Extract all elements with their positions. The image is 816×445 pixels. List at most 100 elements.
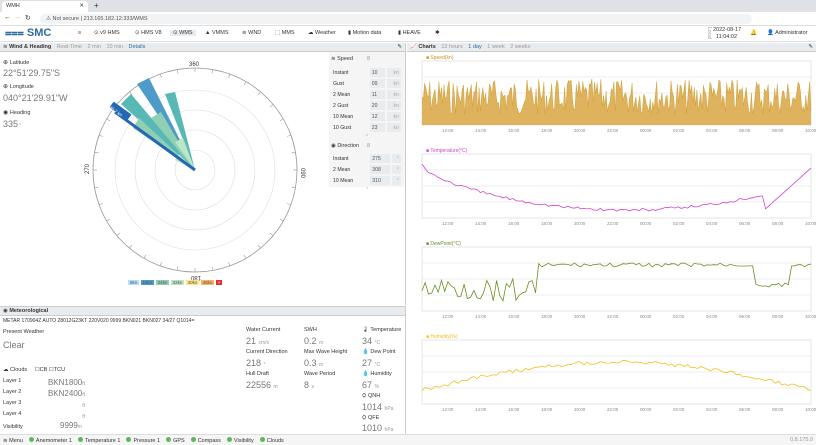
qfe-label: ⛭ QFE	[362, 415, 380, 421]
range-12h[interactable]: 12 hours	[441, 44, 462, 50]
reload-icon[interactable]: ↻	[25, 14, 31, 22]
browser-tab[interactable]: WMH ✕	[2, 1, 88, 12]
row-value: 09	[369, 79, 385, 88]
back-icon[interactable]: ←	[4, 14, 11, 21]
nav-mms[interactable]: ⬚ MMS	[275, 30, 295, 36]
time-tick: 08:00	[772, 314, 784, 319]
legend-plus: +	[215, 280, 223, 285]
range-1w[interactable]: 1 week	[487, 44, 504, 50]
rose-tick	[243, 81, 247, 86]
rose-tick	[279, 218, 284, 222]
rose-legend: 8kn 16kn 24kn 32kn 40kn 48kn +	[128, 280, 223, 285]
status-item[interactable]: Temperature 1	[74, 437, 120, 444]
nav-weather[interactable]: ☁ Weather	[308, 30, 336, 36]
close-icon[interactable]: ✕	[79, 3, 84, 9]
max-wave-value: 0.3 m	[304, 358, 324, 368]
temperature-label: 🌡 Temperature	[362, 327, 402, 333]
time-tick: 16:00	[508, 128, 520, 133]
time-tick: 20:00	[574, 407, 586, 412]
status-item[interactable]: Anemometer 1	[25, 437, 72, 444]
nav-wnd[interactable]: ≋ WND	[242, 30, 261, 36]
range-1d[interactable]: 1 day	[468, 44, 481, 50]
wave-period-label: Wave Period	[304, 371, 336, 377]
row-label: 2 Mean	[333, 166, 351, 173]
met-panel-header: ◉ Meteorological	[0, 307, 405, 316]
time-tick: 18:00	[541, 128, 553, 133]
nav-hmsv8[interactable]: ⊙ HMS V8	[135, 30, 162, 36]
time-tick: 10:00	[805, 128, 816, 133]
wind-panel: ≋ Wind & Heading Real-Time 2 min 10 min …	[0, 43, 406, 305]
date-text: 2022-08-17	[713, 27, 742, 33]
direction-collapse-icon[interactable]: ⌃	[329, 187, 405, 193]
tab-details[interactable]: Details	[129, 44, 146, 50]
time-tick: 08:00	[772, 128, 784, 133]
speed-row: 2 Gust 20 kn	[331, 101, 401, 110]
charts-edit-icon[interactable]: ✎	[808, 44, 813, 50]
rose-tick	[286, 134, 291, 137]
hull-draft-label: Hull Draft	[246, 371, 269, 377]
compass-n: 360	[189, 62, 200, 68]
layer-value: BKN2400ft	[48, 389, 85, 398]
current-dir-label: Current Direction	[246, 349, 288, 355]
nav-heave[interactable]: ▮ HEAVE	[398, 30, 421, 36]
time-tick: 20:00	[574, 128, 586, 133]
settings-icon[interactable]: ✱	[435, 30, 440, 36]
nav-wms[interactable]: ⊙ WMS	[170, 30, 196, 36]
speed-row: 2 Mean 11 kn	[331, 90, 401, 99]
menu-icon[interactable]: ≡	[78, 30, 81, 36]
bell-icon[interactable]: 🔔	[750, 30, 757, 36]
speed-row: 10 Gust 23 kn	[331, 123, 401, 132]
url-field[interactable]: ⚠ Not secure | 213.165.182.12:333/WMS	[40, 14, 752, 24]
cloud-layer-row: Layer 2 BKN2400ft	[3, 389, 85, 400]
time-tick: 14:00	[475, 128, 487, 133]
range-2w[interactable]: 2 weeks	[510, 44, 530, 50]
compass-w: 270	[85, 163, 91, 174]
time-tick: 00:00	[640, 221, 652, 226]
ok-icon	[126, 437, 132, 442]
met-panel: ◉ Meteorological METAR 170904Z AUTO 2801…	[0, 306, 406, 434]
status-item[interactable]: GPS	[162, 437, 185, 444]
rose-tick	[291, 186, 296, 189]
tab-realtime[interactable]: Real-Time	[57, 44, 82, 50]
time-tick: 00:00	[640, 128, 652, 133]
row-label: 10 Mean	[333, 113, 354, 120]
metar-text: METAR 170904Z AUTO 28012G23KT 220V020 99…	[3, 318, 195, 324]
humidity-value: 67 %	[362, 380, 379, 390]
new-tab-icon[interactable]: +	[94, 1, 99, 10]
chart-title: ■ DewPoint(°C)	[426, 241, 461, 247]
edit-icon[interactable]: ✎	[397, 44, 402, 50]
ok-icon	[28, 437, 34, 442]
nav-v9hms[interactable]: ⊙ v9 HMS	[94, 30, 120, 36]
status-item[interactable]: Visibility	[223, 437, 254, 444]
rose-tick	[116, 232, 121, 236]
row-unit: kn	[386, 101, 401, 110]
status-item[interactable]: Pressure 1	[122, 437, 160, 444]
ok-icon	[259, 437, 265, 442]
nav-motion[interactable]: ▮ Motion data	[348, 30, 381, 36]
row-value: 11	[369, 90, 385, 99]
status-bar: ≋ Menu Anemometer 1 Temperature 1 Pressure …	[0, 434, 816, 445]
qfe-value: 1010 hPa	[362, 423, 394, 433]
time-tick: 14:00	[475, 407, 487, 412]
time-tick: 22:00	[607, 314, 619, 319]
clouds-label: ☁ Clouds ☐CB ☐TCU	[3, 367, 66, 373]
brand-logo[interactable]: ⩶ SMC	[5, 27, 51, 40]
user-menu[interactable]: 👤 Administrator	[767, 30, 807, 36]
nav-vmms[interactable]: ▲ VMMS	[205, 30, 228, 36]
status-item[interactable]: ≋ Menu	[3, 438, 23, 444]
status-item[interactable]: Clouds	[256, 437, 284, 444]
legend-48kn: 48kn	[200, 280, 215, 285]
latitude-value: 22°51'29.75"S	[3, 68, 61, 78]
forward-icon[interactable]: →	[14, 14, 21, 21]
time-tick: 14:00	[475, 314, 487, 319]
tab-10min[interactable]: 10 min	[106, 44, 123, 50]
rose-tick	[106, 118, 111, 122]
time-tick: 12:00	[442, 128, 454, 133]
status-item[interactable]: Compass	[187, 437, 221, 444]
row-unit: °	[391, 154, 401, 163]
chart-title: ■ Temperature(°C)	[426, 148, 468, 154]
url-text: 213.165.182.12:333/WMS	[83, 16, 148, 22]
cloud-layers: Layer 1 BKN1800ft Layer 2 BKN2400ft Layer 3f…	[3, 378, 85, 422]
tab-2min[interactable]: 2 min	[88, 44, 101, 50]
address-bar: ← → ↻ ⚠ Not secure | 213.165.182.12:333/…	[0, 12, 816, 26]
